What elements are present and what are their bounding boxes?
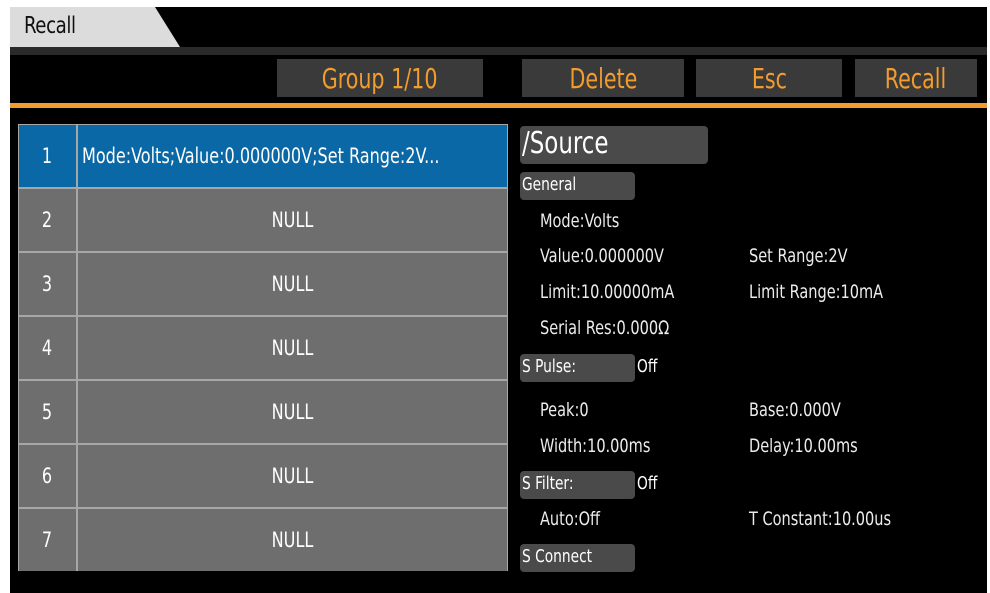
esc-button-label: Esc bbox=[751, 61, 787, 95]
row-index: 1 bbox=[19, 125, 76, 187]
row-value: NULL bbox=[78, 253, 507, 315]
table-row[interactable]: 4 NULL bbox=[19, 317, 507, 379]
toolbar: Group 1/10 Delete Esc Recall bbox=[10, 55, 987, 103]
recall-screen: Recall Group 1/10 Delete Esc Recall 1 Mo… bbox=[10, 7, 987, 593]
value-value: Value:0.000000V bbox=[540, 245, 664, 267]
recall-button-label: Recall bbox=[885, 61, 947, 95]
source-heading: /Source bbox=[522, 126, 609, 161]
delete-button[interactable]: Delete bbox=[522, 59, 684, 97]
general-section-label: General bbox=[522, 174, 577, 195]
row-index: 6 bbox=[19, 445, 76, 507]
set-range-value: Set Range:2V bbox=[749, 245, 848, 267]
pulse-section-label: S Pulse: bbox=[522, 356, 576, 377]
row-index: 3 bbox=[19, 253, 76, 315]
t-constant-value: T Constant:10.00us bbox=[749, 508, 892, 530]
row-value: Mode:Volts;Value:0.000000V;Set Range:2V.… bbox=[78, 125, 507, 187]
title-tab: Recall bbox=[10, 7, 190, 49]
row-index: 5 bbox=[19, 381, 76, 443]
table-row[interactable]: 1 Mode:Volts;Value:0.000000V;Set Range:2… bbox=[19, 125, 507, 187]
details-panel[interactable]: /Source General Mode:Volts Value:0.00000… bbox=[520, 124, 980, 574]
filter-state: Off bbox=[637, 473, 658, 494]
row-value: NULL bbox=[78, 317, 507, 379]
group-button[interactable]: Group 1/10 bbox=[277, 59, 483, 97]
group-button-label: Group 1/10 bbox=[322, 61, 438, 95]
delay-value: Delay:10.00ms bbox=[749, 435, 858, 457]
table-row[interactable]: 2 NULL bbox=[19, 189, 507, 251]
limit-range-value: Limit Range:10mA bbox=[749, 281, 884, 303]
pulse-state: Off bbox=[637, 356, 658, 377]
width-value: Width:10.00ms bbox=[540, 435, 651, 457]
auto-value: Auto:Off bbox=[540, 508, 601, 530]
recall-table: 1 Mode:Volts;Value:0.000000V;Set Range:2… bbox=[18, 124, 508, 571]
row-value: NULL bbox=[78, 509, 507, 571]
esc-button[interactable]: Esc bbox=[696, 59, 842, 97]
serial-res-value: Serial Res:0.000Ω bbox=[540, 317, 670, 339]
limit-value: Limit:10.00000mA bbox=[540, 281, 675, 303]
title-underline bbox=[10, 47, 987, 55]
row-index: 4 bbox=[19, 317, 76, 379]
row-index: 2 bbox=[19, 189, 76, 251]
row-value: NULL bbox=[78, 189, 507, 251]
page-title: Recall bbox=[24, 13, 76, 39]
row-value: NULL bbox=[78, 381, 507, 443]
table-row[interactable]: 7 NULL bbox=[19, 509, 507, 571]
row-index: 7 bbox=[19, 509, 76, 571]
table-row[interactable]: 5 NULL bbox=[19, 381, 507, 443]
row-value: NULL bbox=[78, 445, 507, 507]
filter-section-label: S Filter: bbox=[522, 473, 574, 494]
table-row[interactable]: 6 NULL bbox=[19, 445, 507, 507]
connect-section-label: S Connect bbox=[522, 546, 593, 567]
mode-value: Mode:Volts bbox=[540, 210, 620, 232]
table-row[interactable]: 3 NULL bbox=[19, 253, 507, 315]
recall-button[interactable]: Recall bbox=[855, 59, 977, 97]
base-value: Base:0.000V bbox=[749, 399, 841, 421]
accent-divider bbox=[10, 103, 987, 108]
delete-button-label: Delete bbox=[569, 61, 637, 95]
peak-value: Peak:0 bbox=[540, 399, 589, 421]
